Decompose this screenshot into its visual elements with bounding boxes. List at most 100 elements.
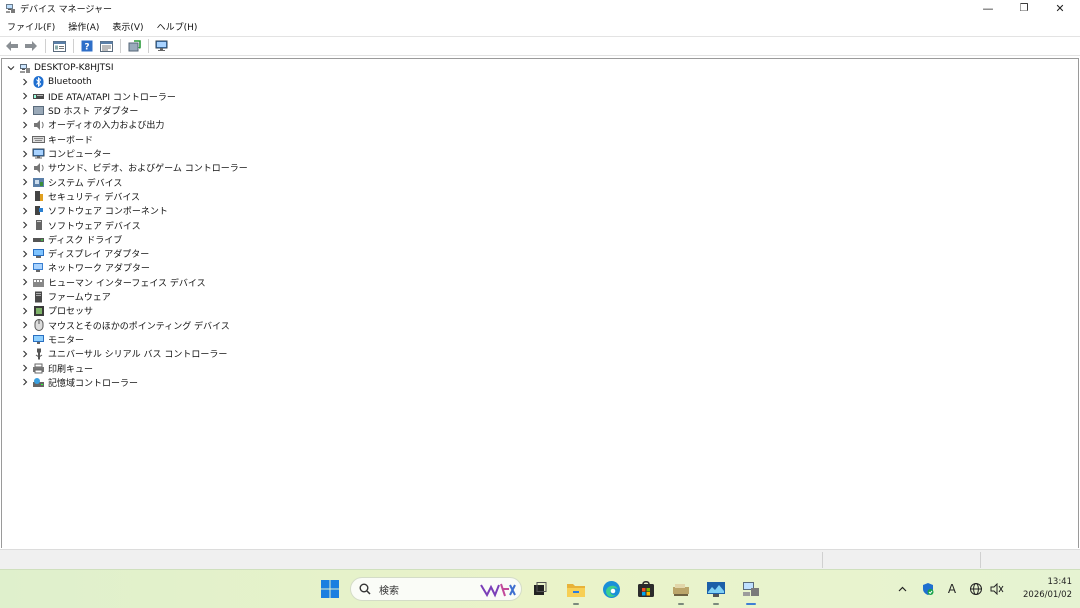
tree-category-label: サウンド、ビデオ、およびゲーム コントローラー [48, 164, 248, 175]
tree-category-node[interactable]: 印刷キュー [20, 361, 93, 375]
network-icon[interactable] [968, 581, 984, 597]
chevron-right-icon[interactable] [20, 149, 29, 158]
chevron-right-icon[interactable] [20, 249, 29, 258]
forward-button[interactable] [22, 38, 40, 54]
chevron-right-icon[interactable] [20, 306, 29, 315]
maximize-button[interactable]: ❐ [1006, 0, 1042, 17]
storage-controller-icon [32, 376, 45, 388]
tree-category-label: マウスとそのほかのポインティング デバイス [48, 321, 230, 332]
tree-category-node[interactable]: ネットワーク アダプター [20, 261, 150, 275]
chevron-right-icon[interactable] [20, 221, 29, 230]
tree-category-node[interactable]: SD ホスト アダプター [20, 104, 138, 118]
app-icon-1[interactable] [670, 578, 692, 600]
minimize-button[interactable]: — [970, 0, 1006, 17]
chevron-right-icon[interactable] [20, 292, 29, 301]
store-icon[interactable] [635, 578, 657, 600]
menu-help[interactable]: ヘルプ(H) [150, 20, 204, 33]
tree-category-node[interactable]: ディスプレイ アダプター [20, 247, 149, 261]
chevron-right-icon[interactable] [20, 135, 29, 144]
chevron-right-icon[interactable] [20, 321, 29, 330]
volume-icon[interactable] [989, 581, 1005, 597]
tree-category-node[interactable]: 記憶域コントローラー [20, 375, 138, 389]
chevron-right-icon[interactable] [20, 349, 29, 358]
processor-icon [32, 305, 45, 317]
scan-hardware-icon [155, 40, 168, 51]
clock[interactable]: 13:41 2026/01/02 [1010, 576, 1072, 602]
device-tree[interactable]: DESKTOP-K8HJTSI Bluetooth IDE ATA/ATAPI コ… [1, 58, 1079, 548]
status-bar [0, 549, 1080, 569]
chevron-right-icon[interactable] [20, 192, 29, 201]
device-manager-icon[interactable] [740, 578, 762, 600]
tree-category-label: 記憶域コントローラー [48, 378, 139, 389]
chevron-right-icon[interactable] [20, 163, 29, 172]
tree-category-node[interactable]: ヒューマン インターフェイス デバイス [20, 275, 206, 289]
chevron-down-icon[interactable] [6, 64, 15, 73]
tree-category-node[interactable]: オーディオの入力および出力 [20, 118, 164, 132]
tree-category-node[interactable]: ソフトウェア デバイス [20, 218, 141, 232]
tree-category-node[interactable]: モニター [20, 332, 84, 346]
tree-category-node[interactable]: ディスク ドライブ [20, 232, 122, 246]
tree-category-label: オーディオの入力および出力 [48, 121, 165, 132]
chevron-right-icon[interactable] [20, 335, 29, 344]
scan-hardware-button[interactable] [153, 38, 171, 54]
tree-category-node[interactable]: マウスとそのほかのポインティング デバイス [20, 318, 230, 332]
edge-icon[interactable] [600, 578, 622, 600]
chevron-right-icon[interactable] [20, 364, 29, 373]
details-button[interactable] [97, 38, 115, 54]
print-queue-icon [32, 362, 45, 374]
back-button[interactable] [3, 38, 21, 54]
app-icon-2[interactable] [705, 578, 727, 600]
tree-root-node[interactable]: DESKTOP-K8HJTSI [6, 61, 114, 75]
tree-category-node[interactable]: ユニバーサル シリアル バス コントローラー [20, 347, 227, 361]
tree-category-node[interactable]: プロセッサ [20, 304, 93, 318]
sound-video-icon [32, 162, 45, 174]
tree-category-label: 印刷キュー [48, 364, 94, 375]
chevron-up-icon[interactable] [896, 581, 908, 597]
device-manager-app-icon [4, 3, 16, 15]
tree-category-node[interactable]: Bluetooth [20, 75, 92, 89]
tree-category-node[interactable]: システム デバイス [20, 175, 122, 189]
update-driver-button[interactable] [125, 38, 143, 54]
chevron-right-icon[interactable] [20, 263, 29, 272]
chevron-right-icon[interactable] [20, 92, 29, 101]
computer-name: DESKTOP-K8HJTSI [34, 63, 114, 73]
tree-category-label: ファームウェア [48, 293, 111, 303]
toolbar-separator [120, 39, 121, 53]
menu-view[interactable]: 表示(V) [105, 20, 149, 33]
help-button[interactable]: ? [78, 38, 96, 54]
chevron-right-icon[interactable] [20, 120, 29, 129]
chevron-right-icon[interactable] [20, 278, 29, 287]
ime-icon[interactable]: A [944, 581, 960, 597]
tree-category-label: プロセッサ [48, 307, 94, 318]
properties-button[interactable] [50, 38, 68, 54]
chevron-right-icon[interactable] [20, 235, 29, 244]
window-title: デバイス マネージャー [20, 5, 112, 15]
taskbar-search[interactable]: 検索 [350, 577, 522, 601]
file-explorer-icon[interactable] [565, 578, 587, 600]
tree-category-label: キーボード [48, 135, 94, 146]
tree-category-node[interactable]: キーボード [20, 132, 93, 146]
tree-category-node[interactable]: セキュリティ デバイス [20, 189, 140, 203]
defender-icon[interactable] [920, 581, 936, 597]
task-view-icon[interactable] [529, 578, 551, 600]
security-device-icon [32, 190, 45, 202]
tree-category-label: システム デバイス [48, 178, 123, 189]
chevron-right-icon[interactable] [20, 78, 29, 87]
start-icon[interactable] [319, 578, 341, 600]
tree-category-node[interactable]: サウンド、ビデオ、およびゲーム コントローラー [20, 161, 248, 175]
tree-category-node[interactable]: ファームウェア [20, 290, 111, 304]
tree-category-label: SD ホスト アダプター [48, 107, 139, 118]
menu-action[interactable]: 操作(A) [61, 20, 105, 33]
chevron-right-icon[interactable] [20, 106, 29, 115]
tree-category-node[interactable]: コンピューター [20, 147, 111, 161]
close-button[interactable]: ✕ [1042, 0, 1078, 17]
system-device-icon [32, 176, 45, 188]
chevron-right-icon[interactable] [20, 206, 29, 215]
tree-category-node[interactable]: ソフトウェア コンポーネント [20, 204, 168, 218]
running-indicator [713, 603, 719, 605]
chevron-right-icon[interactable] [20, 178, 29, 187]
svg-text:?: ? [84, 43, 89, 53]
chevron-right-icon[interactable] [20, 378, 29, 387]
tree-category-node[interactable]: IDE ATA/ATAPI コントローラー [20, 89, 176, 103]
menu-file[interactable]: ファイル(F) [0, 20, 61, 33]
